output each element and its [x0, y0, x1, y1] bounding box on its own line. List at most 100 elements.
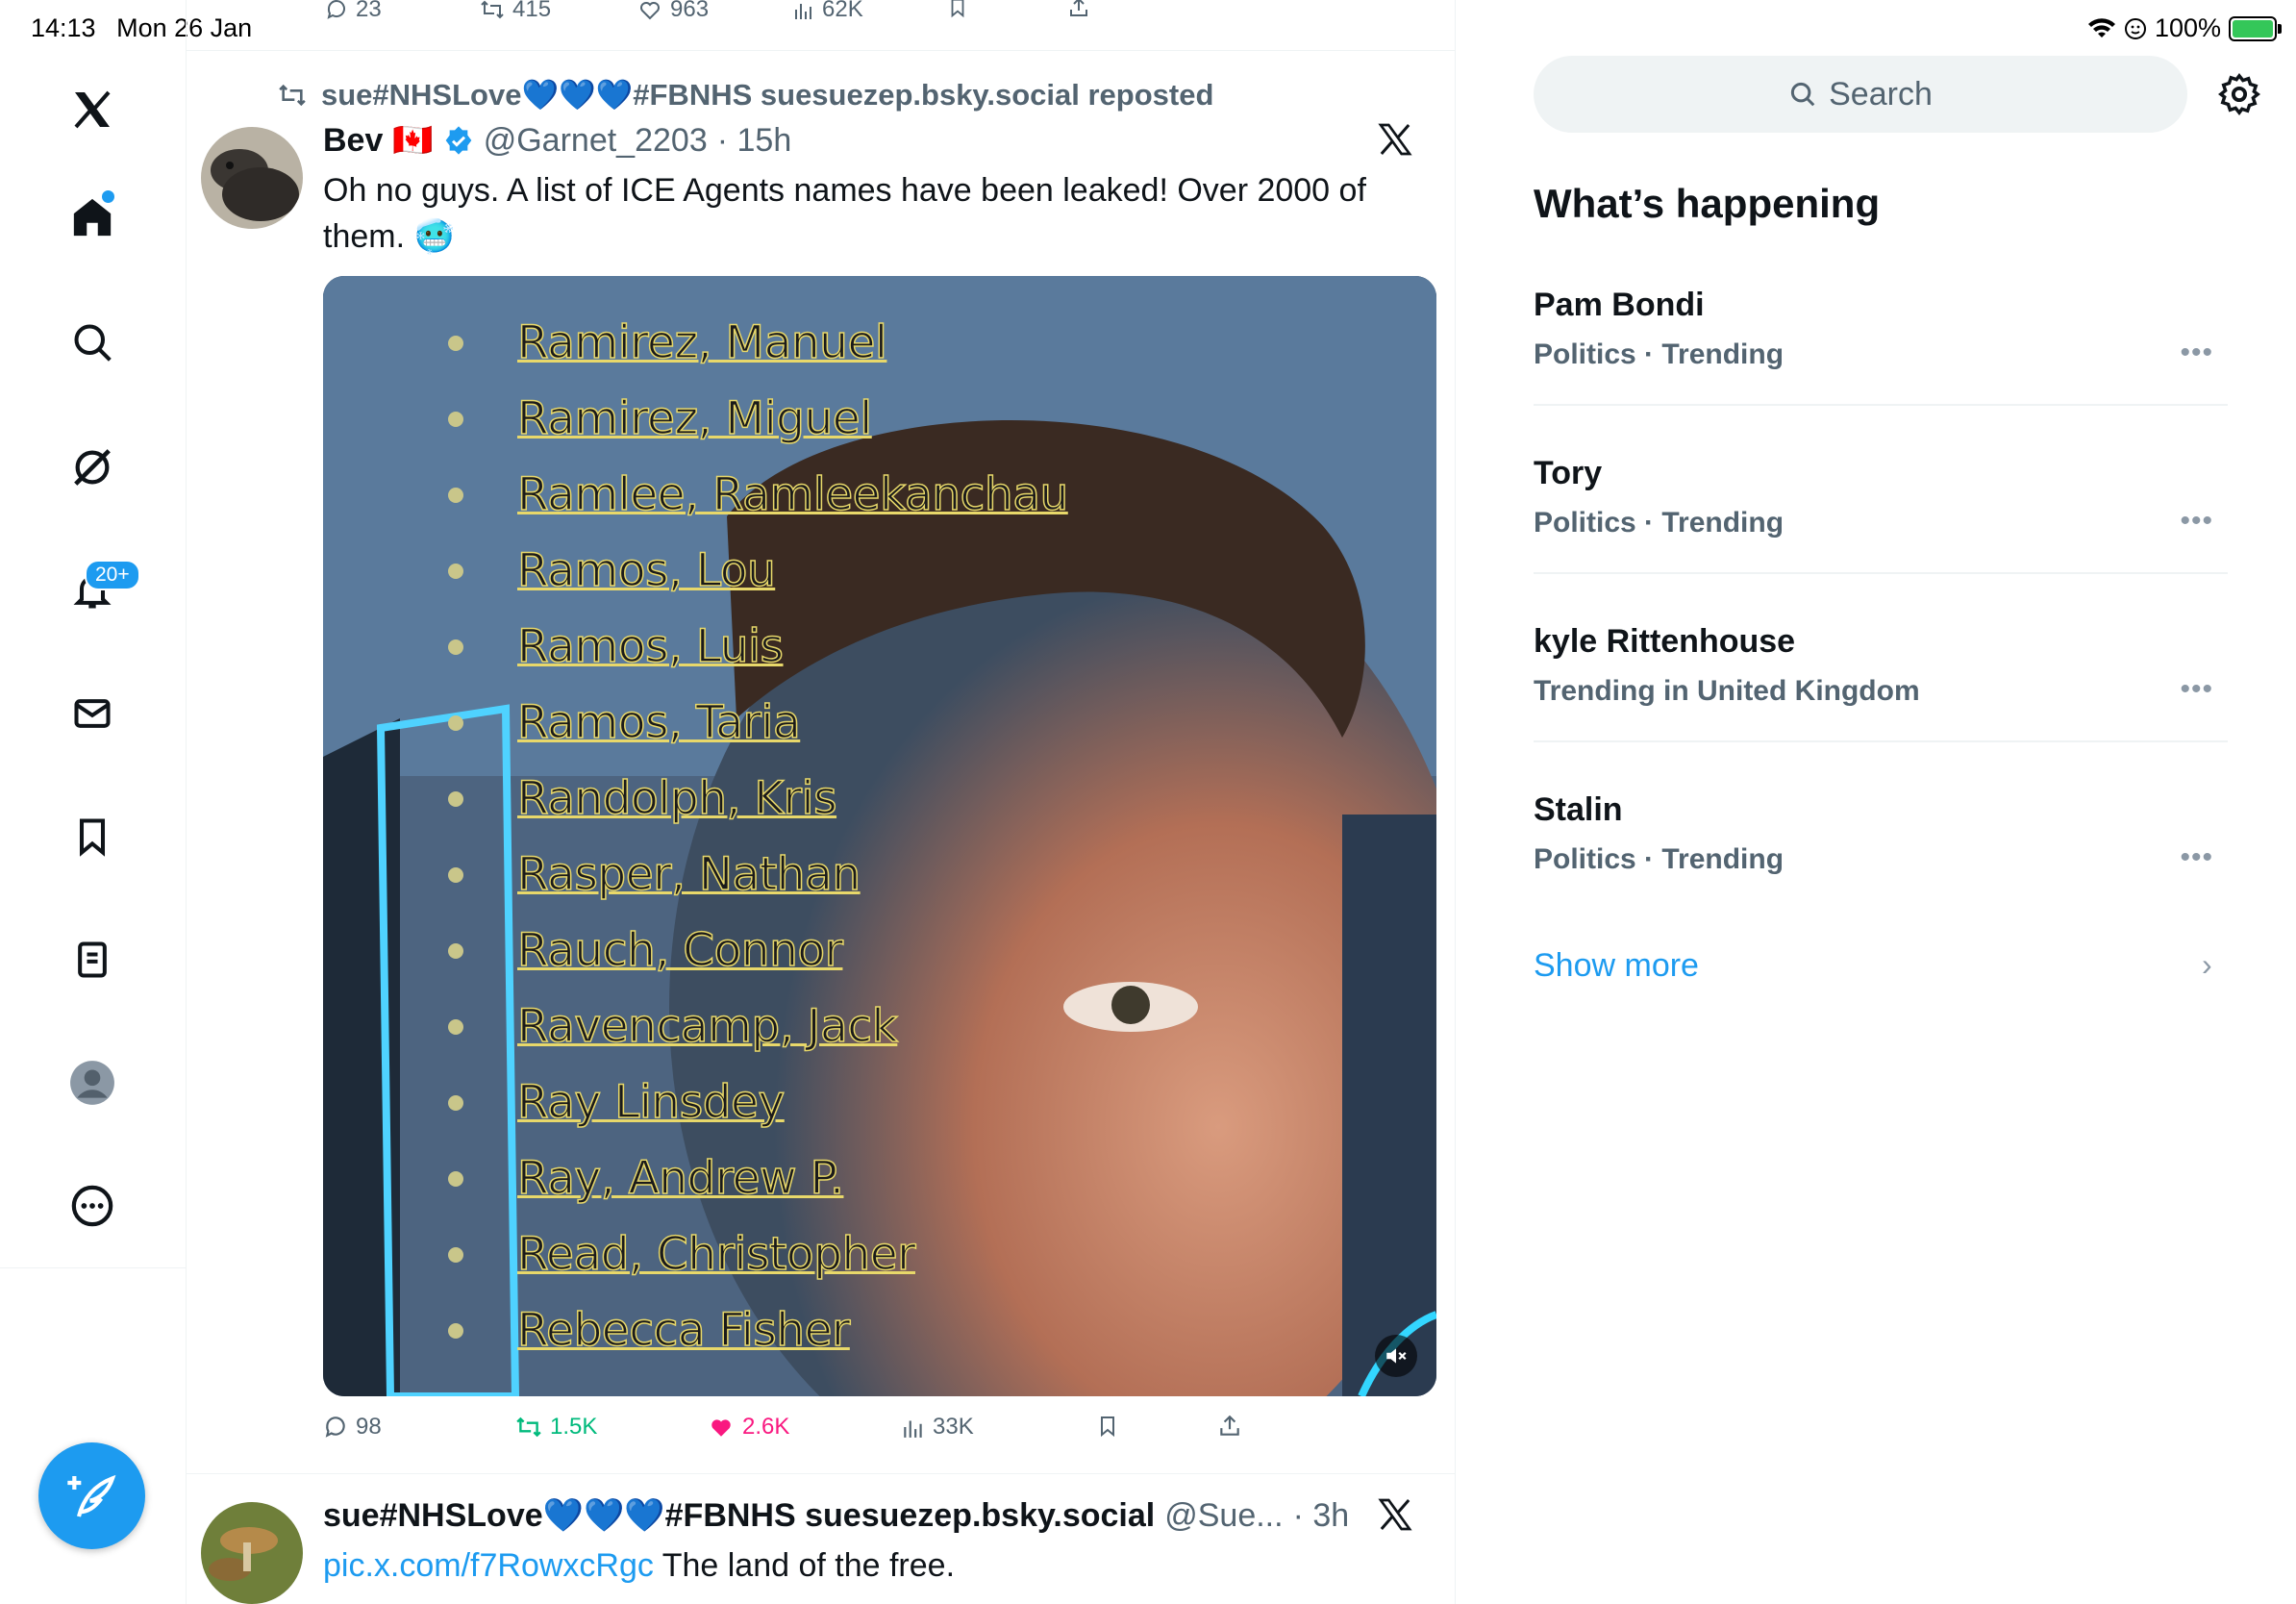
author-handle[interactable]: @Garnet_2203 [484, 122, 708, 160]
heart-icon [711, 1419, 731, 1437]
repost-count: 415 [512, 0, 552, 22]
reply-icon [327, 0, 345, 19]
list-item-name: Ramos, Taria [516, 695, 801, 750]
list-item-name: Ramirez, Manuel [516, 315, 887, 370]
tweet-text: pic.x.com/f7RowxcRgc The land of the fre… [323, 1542, 1390, 1589]
list-item: Ray, Andrew P. [448, 1140, 1068, 1216]
profile-icon[interactable] [60, 1050, 125, 1115]
list-item: Read, Christopher [448, 1216, 1068, 1292]
list-item: Ramos, Luis [448, 609, 1068, 685]
timeline: 23 415 963 62K sue#NHSLove💙💙💙#FBNHS sues… [186, 0, 1456, 1604]
share-button[interactable] [1217, 1414, 1242, 1439]
author-avatar[interactable] [201, 127, 303, 229]
author-flag: 🇨🇦 [392, 122, 434, 159]
repost-button[interactable]: 1.5K [515, 1414, 597, 1441]
repost-context: sue#NHSLove💙💙💙#FBNHS suesuezep.bsky.soci… [277, 77, 1213, 113]
trend-item[interactable]: Pam Bondi Politics · Trending ••• [1534, 173, 2228, 406]
views-button[interactable]: 62K [793, 0, 863, 23]
mute-button[interactable] [1375, 1335, 1417, 1377]
chevron-right-icon: › [2202, 947, 2212, 982]
nav-rail: 20+ [0, 0, 187, 1604]
list-item-name: Ramos, Lou [516, 543, 776, 598]
more-icon[interactable] [60, 1173, 125, 1239]
muted-speaker-icon [1386, 1348, 1407, 1364]
compose-button[interactable] [38, 1442, 145, 1549]
tweet-body: The land of the free. [653, 1547, 956, 1584]
trend-item[interactable]: Stalin Politics · Trending ••• [1534, 678, 2228, 875]
share-button[interactable] [1067, 0, 1090, 19]
bookmark-button[interactable] [1096, 1414, 1119, 1439]
settings-button[interactable] [2217, 72, 2261, 116]
show-more-link[interactable]: Show more [1534, 947, 1699, 985]
grok-icon[interactable] [60, 435, 125, 500]
author-avatar[interactable] [201, 1502, 303, 1604]
author-name[interactable]: sue#NHSLove💙💙💙#FBNHS suesuezep.bsky.soci… [323, 1496, 1155, 1535]
trend-item[interactable]: kyle Rittenhouse Trending in United King… [1534, 510, 2228, 742]
like-count: 2.6K [742, 1414, 790, 1440]
list-item-name: Randolph, Kris [516, 771, 837, 826]
x-logo-icon[interactable] [60, 77, 125, 142]
list-item: Rasper, Nathan [448, 837, 1068, 913]
list-item: Rebecca Fisher [448, 1292, 1068, 1368]
bookmark-icon [951, 0, 964, 18]
compose-icon [66, 1474, 115, 1517]
tweet-text: Oh no guys. A list of ICE Agents names h… [323, 172, 1366, 255]
list-item: Rauch, Connor [448, 913, 1068, 989]
repost-icon [516, 1416, 541, 1438]
views-count: 62K [822, 0, 863, 22]
trend-name: kyle Rittenhouse [1534, 623, 1796, 660]
list-item-name: Ray Linsdey [516, 1075, 786, 1130]
trend-item[interactable]: Tory Politics · Trending ••• [1534, 341, 2228, 574]
bookmarks-icon[interactable] [60, 804, 125, 869]
search-icon[interactable] [60, 310, 125, 375]
tweet-time[interactable]: · 3h [1293, 1497, 1350, 1535]
tweet-link[interactable]: pic.x.com/f7RowxcRgc [323, 1547, 654, 1584]
reply-count: 23 [356, 0, 382, 22]
x-source-icon [1376, 120, 1418, 163]
lists-icon[interactable] [60, 927, 125, 992]
tweet-video[interactable]: Ramirez, Manuel Ramirez, Miguel Ramlee, … [323, 276, 1436, 1396]
tweet-divider [186, 50, 1455, 51]
list-item-name: Read, Christopher [516, 1227, 916, 1282]
list-item-name: Rebecca Fisher [516, 1303, 851, 1358]
trend-name: Pam Bondi [1534, 287, 1705, 323]
share-icon [1220, 1415, 1239, 1436]
author-name[interactable]: Bev [323, 122, 383, 160]
reply-icon [325, 1416, 345, 1438]
list-item-name: Ravencamp, Jack [516, 999, 898, 1054]
reply-button[interactable]: 23 [325, 0, 382, 23]
battery-percent: 100% [2154, 13, 2221, 42]
share-icon [1070, 0, 1087, 16]
bookmark-button[interactable] [947, 0, 968, 19]
notifications-badge: 20+ [85, 560, 140, 590]
like-button[interactable]: 2.6K [708, 1414, 789, 1441]
status-indicators: 100% [2087, 13, 2282, 43]
views-button[interactable]: 33K [902, 1414, 974, 1441]
bookmark-icon [1101, 1416, 1114, 1438]
reply-button[interactable]: 98 [323, 1414, 382, 1441]
list-item: Ramlee, Ramleekanchau [448, 457, 1069, 533]
tweet-header: sue#NHSLove💙💙💙#FBNHS suesuezep.bsky.soci… [323, 1496, 1349, 1535]
list-item-name: Ramlee, Ramleekanchau [516, 467, 1069, 522]
list-item: Ramirez, Miguel [448, 381, 1068, 457]
messages-icon[interactable] [60, 681, 125, 746]
tweet-time[interactable]: · 15h [717, 122, 792, 160]
list-item-name: Ramos, Luis [516, 619, 785, 674]
trend-meta: Politics · Trending [1534, 843, 1784, 875]
more-options-icon[interactable]: ••• [2180, 841, 2213, 874]
list-item-name: Ramirez, Miguel [516, 391, 873, 446]
battery-icon [2229, 15, 2282, 41]
repost-icon [279, 84, 306, 106]
list-item: Ramirez, Manuel [448, 305, 1068, 381]
list-item: Randolph, Kris [448, 761, 1068, 837]
author-handle[interactable]: @Sue... [1164, 1497, 1283, 1535]
list-item: Ramos, Lou [448, 533, 1068, 609]
search-input[interactable]: Search [1534, 56, 2187, 133]
like-button[interactable]: 963 [637, 0, 709, 23]
list-item-name: Rasper, Nathan [516, 847, 861, 902]
list-item: Ramos, Taria [448, 685, 1068, 761]
list-item-name: Rauch, Connor [516, 923, 843, 978]
list-item-name: Ray, Andrew P. [516, 1151, 844, 1206]
repost-button[interactable]: 415 [480, 0, 551, 23]
list-item: Ray Linsdey [448, 1065, 1068, 1140]
